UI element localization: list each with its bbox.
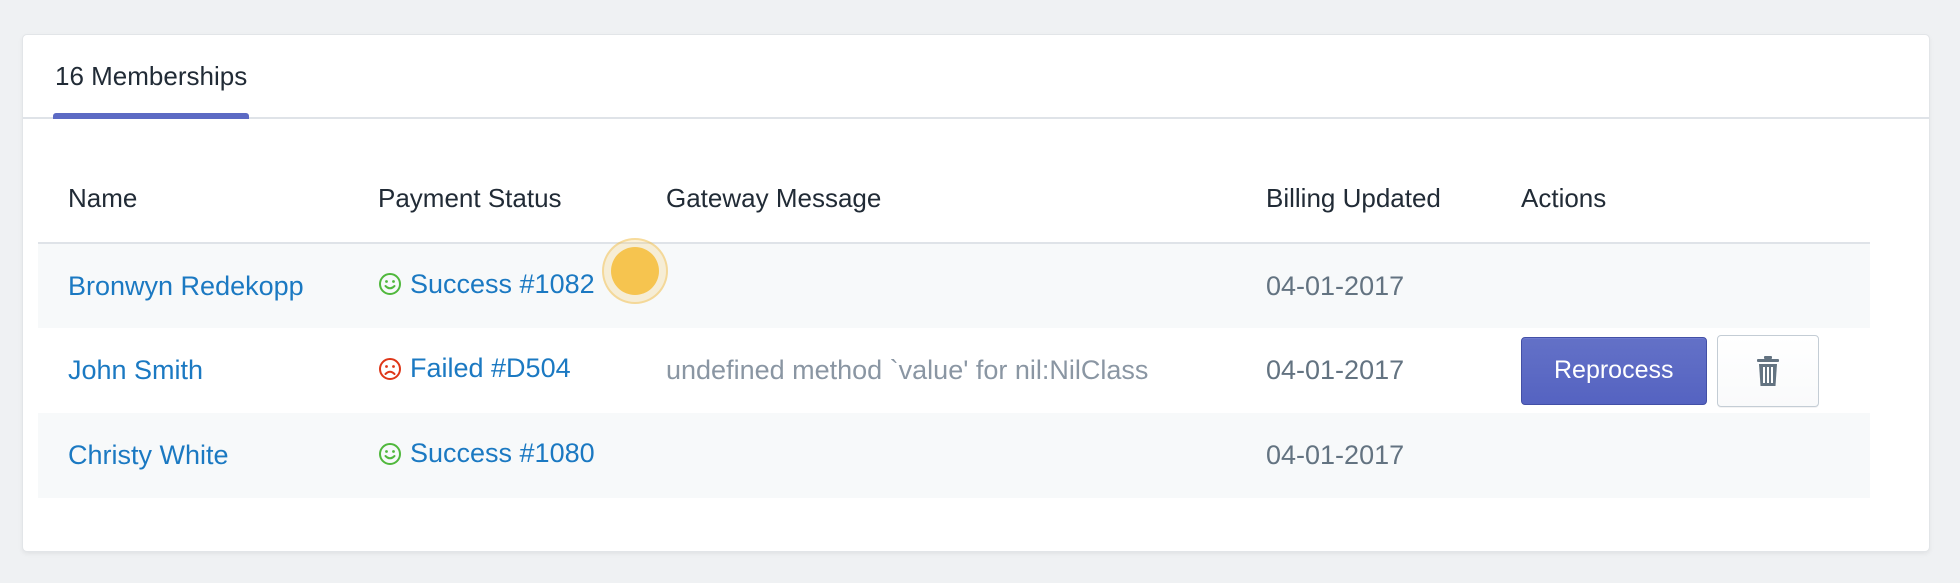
smile-icon [379,442,401,465]
reprocess-button[interactable]: Reprocess [1521,336,1707,405]
payment-status: Success #1082 [378,269,595,300]
tab-bar: 16 Memberships [23,35,1929,119]
member-name-link[interactable]: Bronwyn Redekopp [68,271,304,301]
column-header-name: Name [38,154,348,244]
smile-icon [379,273,401,296]
member-name-link[interactable]: John Smith [68,355,203,385]
payment-status-link[interactable]: Success #1080 [410,438,595,469]
billing-updated-date: 04-01-2017 [1266,355,1405,385]
tab-memberships-label: 16 Memberships [55,60,248,91]
billing-updated-date: 04-01-2017 [1266,270,1405,301]
payment-status: Failed #D504 [378,353,571,384]
payment-status: Success #1080 [378,438,595,469]
column-header-actions: Actions [1491,154,1870,244]
table-header-row: Name Payment Status Gateway Message Bill… [38,154,1870,244]
table-row: John Smith Failed #D504 undefined method… [38,328,1870,413]
trash-icon [1756,355,1779,386]
row-actions: Reprocess [1521,334,1870,407]
memberships-table: Name Payment Status Gateway Message Bill… [38,154,1870,498]
table-row: Christy White Success #1080 04-01-2017 [38,413,1870,498]
payment-status-link[interactable]: Success #1082 [410,269,595,300]
billing-updated-date: 04-01-2017 [1266,440,1405,470]
column-header-payment-status: Payment Status [348,154,636,244]
gateway-message: undefined method `value' for nil:NilClas… [666,355,1149,385]
frown-icon [379,357,401,380]
delete-button[interactable] [1716,334,1819,407]
column-header-billing-updated: Billing Updated [1236,154,1491,244]
column-header-gateway-message: Gateway Message [636,154,1236,244]
table-row: Bronwyn Redekopp Success #1082 04-01-201… [38,243,1870,328]
payment-status-link[interactable]: Failed #D504 [410,353,571,384]
member-name-link[interactable]: Christy White [68,440,229,470]
tab-memberships[interactable]: 16 Memberships [53,35,250,119]
